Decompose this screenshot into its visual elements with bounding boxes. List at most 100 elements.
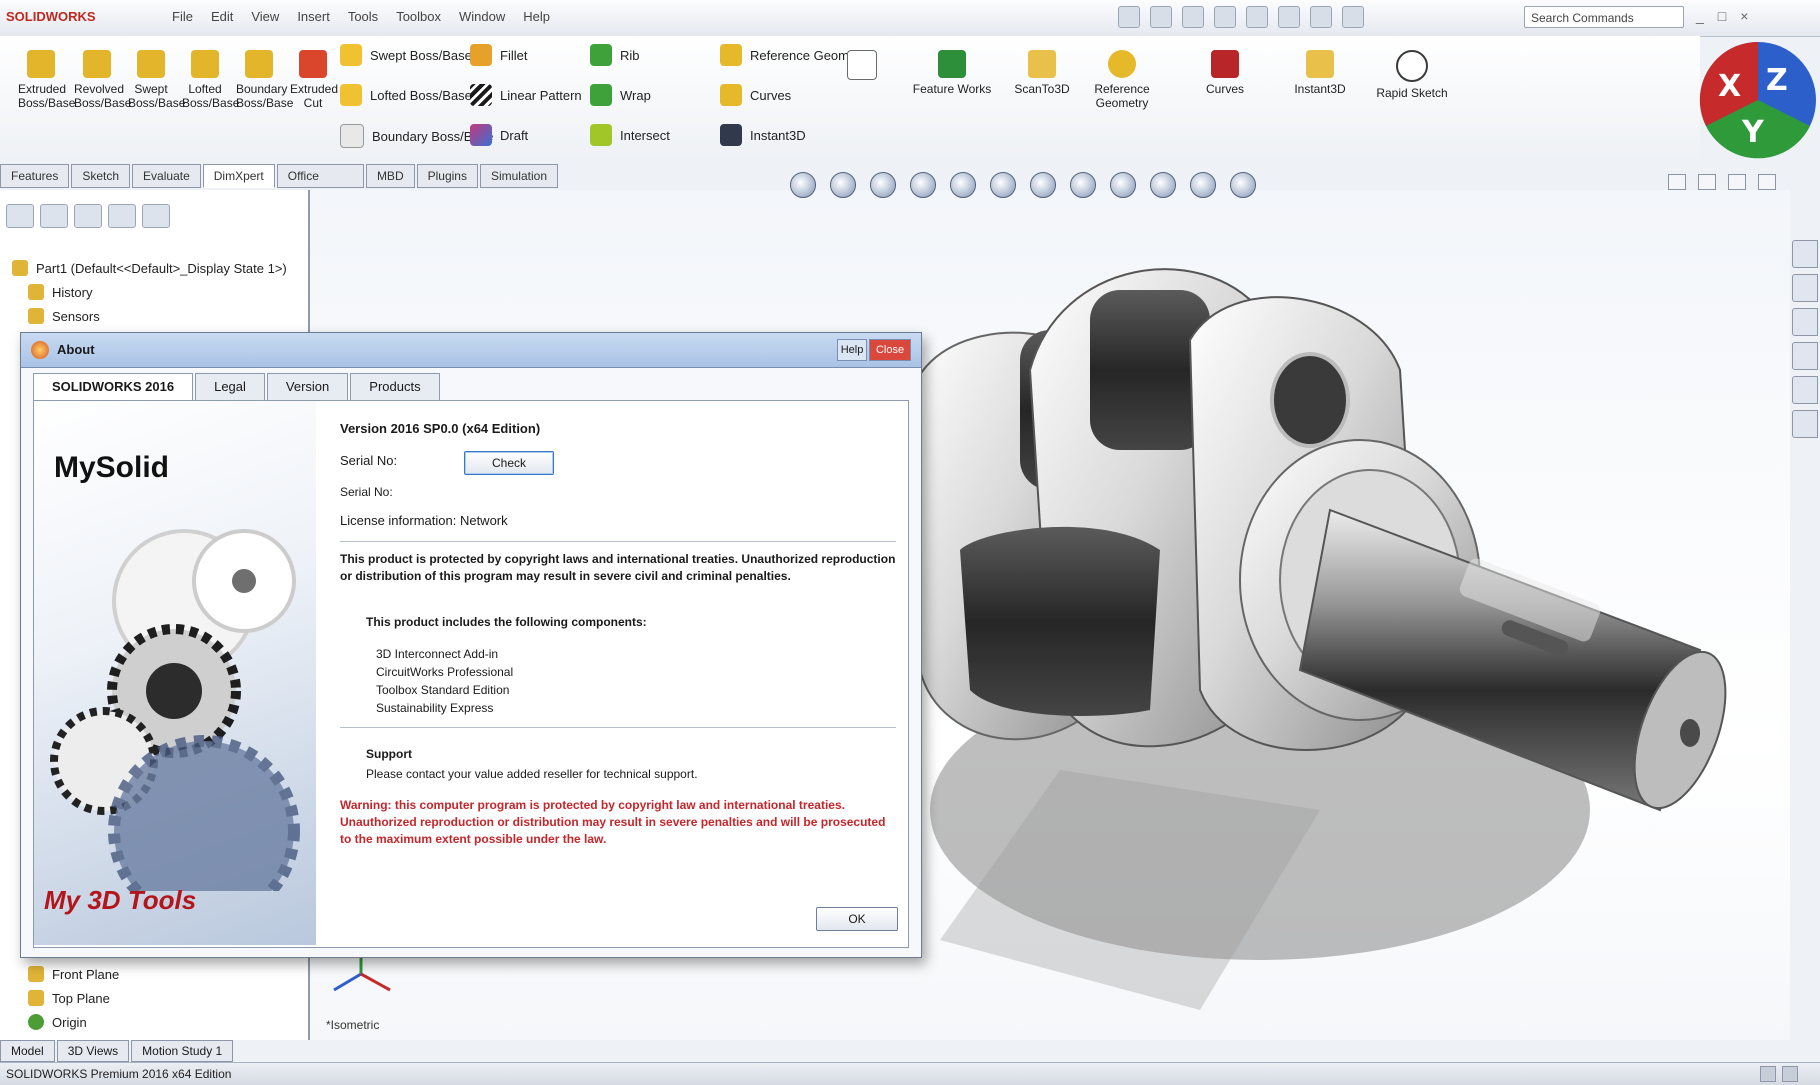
dialog-tab-version[interactable]: Version bbox=[266, 373, 349, 400]
menu-toolbox[interactable]: Toolbox bbox=[396, 9, 441, 24]
ribbon-tool-cut[interactable]: Extruded Cut bbox=[290, 50, 338, 110]
ribbon-tool-lofted[interactable]: Lofted Boss/Base bbox=[182, 50, 239, 110]
tab-dimxpert[interactable]: DimXpert bbox=[202, 164, 275, 188]
ok-button[interactable]: OK bbox=[816, 907, 898, 931]
menu-window[interactable]: Window bbox=[459, 9, 505, 24]
tree-item-sensors[interactable]: Sensors bbox=[28, 308, 100, 324]
tree-item-front-plane[interactable]: Front Plane bbox=[28, 966, 119, 982]
new-file-icon[interactable] bbox=[1118, 6, 1140, 28]
dialog-help-button[interactable]: Help bbox=[837, 339, 867, 361]
custom-properties-icon[interactable] bbox=[1792, 410, 1818, 438]
dialog-close-button[interactable]: Close bbox=[869, 339, 911, 361]
ribbon-tool-featureworks[interactable]: Feature Works bbox=[900, 50, 1004, 96]
ribbon-tool-rapid-sketch[interactable]: Rapid Sketch bbox=[1372, 50, 1452, 100]
viewport-minimize-icon[interactable] bbox=[1668, 174, 1686, 190]
tab-evaluate[interactable]: Evaluate bbox=[132, 164, 201, 188]
app-logo[interactable]: SOLIDWORKS bbox=[6, 9, 96, 24]
tab-office-products[interactable]: Office Products bbox=[276, 164, 364, 205]
options-icon[interactable] bbox=[1342, 6, 1364, 28]
tab-model[interactable]: Model bbox=[0, 1040, 55, 1062]
tool-linear-pattern[interactable]: Linear Pattern bbox=[470, 84, 582, 106]
menu-tools[interactable]: Tools bbox=[348, 9, 378, 24]
propertymanager-tab-icon[interactable] bbox=[40, 204, 68, 228]
section-view-icon[interactable] bbox=[910, 172, 936, 198]
ribbon-tool-ref-geometry-large[interactable]: Reference Geometry bbox=[1082, 50, 1162, 110]
display-style-icon[interactable] bbox=[990, 172, 1016, 198]
ribbon-tool-scanto3d[interactable]: ScanTo3D bbox=[1010, 50, 1074, 96]
viewport-close-icon[interactable] bbox=[1758, 174, 1776, 190]
ribbon-tool-swept[interactable]: Swept Boss/Base bbox=[128, 50, 185, 110]
zoom-area-icon[interactable] bbox=[830, 172, 856, 198]
minimize-button[interactable]: _ bbox=[1696, 8, 1704, 24]
tab-features[interactable]: Features bbox=[0, 164, 70, 188]
save-icon[interactable] bbox=[1182, 6, 1204, 28]
crankshaft-model[interactable] bbox=[900, 250, 1780, 1040]
viewport-tile-icon[interactable] bbox=[1728, 174, 1746, 190]
ribbon-tool-pattern-large[interactable] bbox=[842, 50, 882, 84]
tool-draft[interactable]: Draft bbox=[470, 124, 528, 146]
featuremanager-tab-icon[interactable] bbox=[6, 204, 34, 228]
ribbon-tool-extrude[interactable]: Extruded Boss/Base bbox=[18, 50, 75, 110]
undo-icon[interactable] bbox=[1246, 6, 1268, 28]
ribbon-tool-boundary[interactable]: Boundary Boss/Base bbox=[236, 50, 293, 110]
tool-curves[interactable]: Curves bbox=[720, 84, 791, 106]
hide-show-items-icon[interactable] bbox=[1030, 172, 1056, 198]
tool-instant3d[interactable]: Instant3D bbox=[720, 124, 806, 146]
open-file-icon[interactable] bbox=[1150, 6, 1172, 28]
tool-fillet[interactable]: Fillet bbox=[470, 44, 527, 66]
realview-icon[interactable] bbox=[1190, 172, 1216, 198]
menu-insert[interactable]: Insert bbox=[297, 9, 330, 24]
tab-plugins[interactable]: Plugins bbox=[416, 164, 478, 188]
design-library-icon[interactable] bbox=[1792, 274, 1818, 302]
apply-scene-icon[interactable] bbox=[1110, 172, 1136, 198]
dialog-tab-products[interactable]: Products bbox=[350, 373, 440, 400]
dialog-tab-about[interactable]: SOLIDWORKS 2016 bbox=[33, 373, 194, 400]
view-settings-icon[interactable] bbox=[1150, 172, 1176, 198]
tab-simulation[interactable]: Simulation bbox=[479, 164, 558, 188]
tab-3d-views[interactable]: 3D Views bbox=[56, 1040, 130, 1062]
rebuild-icon[interactable] bbox=[1310, 6, 1332, 28]
displaymanager-tab-icon[interactable] bbox=[142, 204, 170, 228]
tree-item-top-plane[interactable]: Top Plane bbox=[28, 990, 110, 1006]
menu-help[interactable]: Help bbox=[523, 9, 550, 24]
tree-item-part[interactable]: Part1 (Default<<Default>_Display State 1… bbox=[12, 260, 287, 276]
view-palette-icon[interactable] bbox=[1792, 342, 1818, 370]
tree-item-origin[interactable]: Origin bbox=[28, 1014, 87, 1030]
search-commands-input[interactable]: Search Commands bbox=[1524, 6, 1684, 28]
appearances-icon[interactable] bbox=[1792, 376, 1818, 404]
tab-motion-study[interactable]: Motion Study 1 bbox=[131, 1040, 234, 1062]
close-button[interactable]: × bbox=[1740, 8, 1748, 24]
zoom-to-fit-icon[interactable] bbox=[790, 172, 816, 198]
tool-lofted-small[interactable]: Lofted Boss/Base bbox=[340, 84, 472, 106]
view-orientation-icon[interactable] bbox=[950, 172, 976, 198]
file-explorer-icon[interactable] bbox=[1792, 308, 1818, 336]
menu-view[interactable]: View bbox=[251, 9, 279, 24]
tool-intersect[interactable]: Intersect bbox=[590, 124, 670, 146]
menu-file[interactable]: File bbox=[172, 9, 193, 24]
dialog-tab-legal[interactable]: Legal bbox=[195, 373, 265, 400]
status-units-icon[interactable] bbox=[1760, 1066, 1776, 1082]
viewport-restore-icon[interactable] bbox=[1698, 174, 1716, 190]
status-help-icon[interactable] bbox=[1782, 1066, 1798, 1082]
print-icon[interactable] bbox=[1214, 6, 1236, 28]
monitor-icon[interactable] bbox=[1230, 172, 1256, 198]
dimxpertmanager-tab-icon[interactable] bbox=[108, 204, 136, 228]
edit-appearance-icon[interactable] bbox=[1070, 172, 1096, 198]
ribbon-tool-curves-large[interactable]: Curves bbox=[1170, 50, 1280, 96]
tool-wrap[interactable]: Wrap bbox=[590, 84, 651, 106]
dialog-title-bar[interactable]: About Help Close bbox=[21, 333, 921, 368]
resources-icon[interactable] bbox=[1792, 240, 1818, 268]
tab-mbd[interactable]: MBD bbox=[365, 164, 415, 188]
tool-rib[interactable]: Rib bbox=[590, 44, 640, 66]
ribbon-tool-instant3d-large[interactable]: Instant3D bbox=[1290, 50, 1350, 96]
tree-item-history[interactable]: History bbox=[28, 284, 92, 300]
tool-swept-small[interactable]: Swept Boss/Base bbox=[340, 44, 472, 66]
select-icon[interactable] bbox=[1278, 6, 1300, 28]
check-button[interactable]: Check bbox=[464, 451, 554, 475]
ribbon-tool-revolve[interactable]: Revolved Boss/Base bbox=[74, 50, 131, 110]
tab-sketch[interactable]: Sketch bbox=[71, 164, 131, 188]
configurationmanager-tab-icon[interactable] bbox=[74, 204, 102, 228]
previous-view-icon[interactable] bbox=[870, 172, 896, 198]
menu-edit[interactable]: Edit bbox=[211, 9, 233, 24]
maximize-button[interactable]: □ bbox=[1718, 8, 1726, 24]
